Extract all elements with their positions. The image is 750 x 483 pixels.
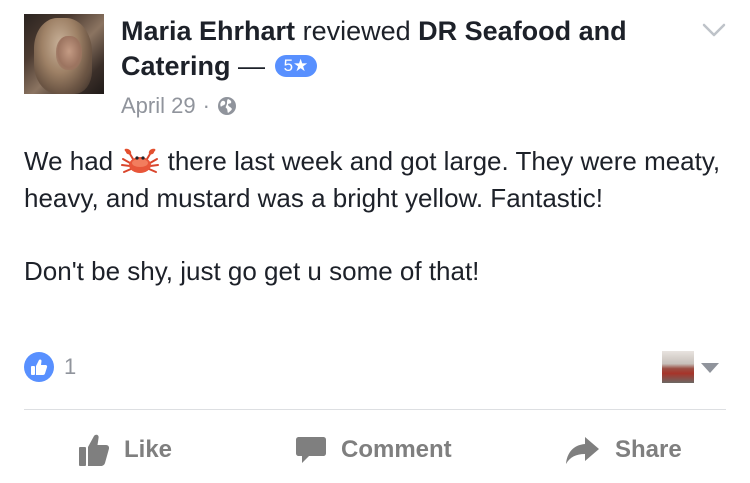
comment-button[interactable]: Comment: [295, 428, 452, 472]
rating-badge: 5★: [274, 55, 318, 77]
like-button[interactable]: Like: [78, 428, 172, 472]
action-bar: Like Comment Share: [0, 428, 750, 472]
share-icon: [566, 437, 599, 464]
share-label: Share: [615, 436, 682, 463]
comment-label: Comment: [341, 436, 452, 463]
comment-icon: [296, 437, 326, 463]
post-paragraph-1: We had there last week and got large. Th…: [24, 143, 724, 217]
globe-icon[interactable]: [217, 96, 237, 116]
crab-emoji-icon: [121, 148, 160, 173]
viewer-avatar[interactable]: [662, 351, 694, 383]
post-date-link[interactable]: April 29: [121, 92, 196, 120]
caret-down-icon[interactable]: [700, 362, 720, 374]
reviewer-name-link[interactable]: Maria Ehrhart: [121, 16, 295, 46]
post-header: Maria Ehrhart reviewed DR Seafood and Ca…: [121, 14, 691, 84]
post-options-chevron-icon[interactable]: [702, 22, 726, 38]
like-thumb-icon: [24, 352, 54, 382]
like-count: 1: [64, 354, 77, 379]
actions-divider: [24, 409, 726, 410]
share-button[interactable]: Share: [565, 428, 682, 472]
avatar-face: [56, 36, 82, 70]
meta-dot: ·: [202, 93, 210, 118]
review-verb: reviewed: [302, 16, 411, 46]
reviewer-avatar[interactable]: [24, 14, 104, 94]
reaction-summary[interactable]: 1: [24, 352, 76, 382]
post-paragraph-2: Don't be shy, just go get u some of that…: [24, 256, 480, 286]
like-icon: [79, 434, 110, 466]
like-label: Like: [124, 436, 173, 463]
header-separator: —: [238, 51, 266, 81]
post-body: We had there last week and got large. Th…: [24, 143, 724, 290]
post-text-start: We had: [24, 146, 114, 176]
post-meta: April 29 ·: [121, 92, 237, 120]
